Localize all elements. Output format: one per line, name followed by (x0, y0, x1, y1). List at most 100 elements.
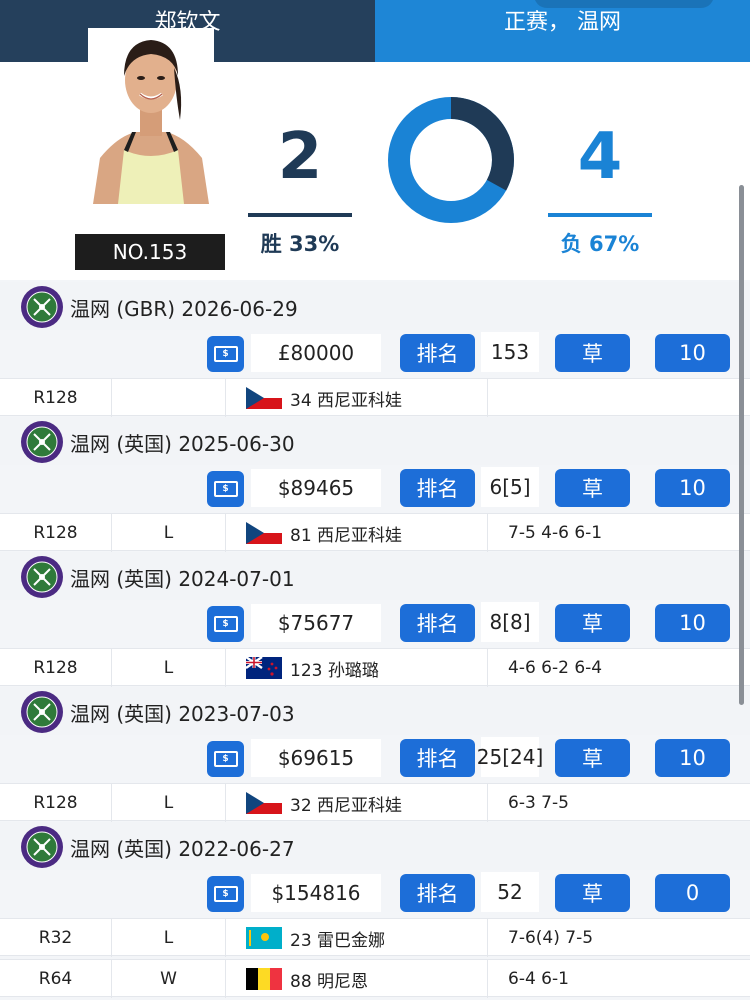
match-row[interactable]: R64 W 88 明尼恩 6-4 6-1 (0, 959, 750, 998)
match-score (488, 379, 750, 417)
rank-button[interactable]: 排名 (400, 334, 475, 372)
losses-underline (548, 213, 652, 217)
player-avatar (88, 28, 214, 204)
prize-money: £80000 (251, 334, 381, 372)
match-round: R128 (0, 784, 112, 822)
match-opponent: 88 明尼恩 (226, 960, 488, 998)
tournament-header[interactable]: 温网 (英国) 2023-07-03 (0, 687, 750, 735)
seed-value: 25[24] (477, 737, 543, 777)
opponent-name: 81 西尼亚科娃 (290, 525, 403, 546)
match-round: R128 (0, 379, 112, 417)
match-score: 6-3 7-5 (508, 793, 569, 813)
match-opponent: 32 西尼亚科娃 (226, 784, 488, 822)
wimbledon-logo-icon (20, 285, 64, 329)
czech-flag-icon (246, 792, 290, 814)
match-round: R128 (0, 514, 112, 552)
tournament-header[interactable]: 温网 (英国) 2024-07-01 (0, 552, 750, 600)
opponent-name: 23 雷巴金娜 (290, 930, 386, 951)
surface-button[interactable]: 草 (555, 739, 630, 777)
tournament-header[interactable]: 温网 (GBR) 2026-06-29 (0, 282, 750, 330)
match-result (112, 379, 226, 417)
match-row[interactable]: R128 L 81 西尼亚科娃 7-5 4-6 6-1 (0, 513, 750, 552)
surface-button[interactable]: 草 (555, 469, 630, 507)
match-row[interactable]: R128 L 32 西尼亚科娃 6-3 7-5 (0, 783, 750, 822)
match-result: L (112, 649, 226, 687)
count-button[interactable]: 10 (655, 739, 730, 777)
count-button[interactable]: 10 (655, 469, 730, 507)
cash-icon[interactable]: $ (207, 471, 244, 507)
rank-button[interactable]: 排名 (400, 469, 475, 507)
czech-flag-icon (246, 387, 290, 409)
tournament-title: 温网 (英国) 2024-07-01 (70, 567, 295, 591)
nz-flag-icon (246, 657, 290, 679)
match-opponent: 34 西尼亚科娃 (226, 379, 488, 417)
match-result: L (112, 514, 226, 552)
prize-money: $89465 (251, 469, 381, 507)
tournament-info-row: $ $89465 排名 6[5] 草 10 (0, 467, 750, 513)
match-round: R32 (0, 919, 112, 957)
tournament-info-row: $ $154816 排名 52 草 0 (0, 872, 750, 918)
match-result: W (112, 960, 226, 998)
tournament-title: 温网 (GBR) 2026-06-29 (70, 297, 298, 321)
match-opponent: 23 雷巴金娜 (226, 919, 488, 957)
cash-icon[interactable]: $ (207, 336, 244, 372)
wimbledon-logo-icon (20, 690, 64, 734)
opponent-name: 123 孙璐璐 (290, 660, 379, 681)
match-row[interactable]: R128 L 123 孙璐璐 4-6 6-2 6-4 (0, 648, 750, 687)
surface-button[interactable]: 草 (555, 334, 630, 372)
count-button[interactable]: 0 (655, 874, 730, 912)
prize-money: $154816 (251, 874, 381, 912)
rank-button[interactable]: 排名 (400, 604, 475, 642)
tournament-title: 温网 (英国) 2023-07-03 (70, 702, 295, 726)
match-score: 7-5 4-6 6-1 (508, 523, 603, 543)
wimbledon-logo-icon (20, 825, 64, 869)
match-score: 6-4 6-1 (508, 969, 569, 989)
tournament-title: 温网 (英国) 2022-06-27 (70, 837, 295, 861)
cash-icon[interactable]: $ (207, 606, 244, 642)
rank-button[interactable]: 排名 (400, 874, 475, 912)
czech-flag-icon (246, 522, 290, 544)
tab-filter-label: 正赛， 温网 (504, 10, 621, 35)
rank-button[interactable]: 排名 (400, 739, 475, 777)
prize-money: $75677 (251, 604, 381, 642)
match-round: R64 (0, 960, 112, 998)
tournament-info-row: $ $69615 排名 25[24] 草 10 (0, 737, 750, 783)
match-row[interactable]: R128 34 西尼亚科娃 (0, 378, 750, 417)
surface-button[interactable]: 草 (555, 604, 630, 642)
opponent-name: 32 西尼亚科娃 (290, 795, 403, 816)
match-round: R128 (0, 649, 112, 687)
losses-percent: 负 67% (560, 232, 640, 256)
wimbledon-logo-icon (20, 420, 64, 464)
losses-count: 4 (577, 120, 623, 194)
count-button[interactable]: 10 (655, 334, 730, 372)
surface-button[interactable]: 草 (555, 874, 630, 912)
tournament-header[interactable]: 温网 (英国) 2022-06-27 (0, 822, 750, 870)
count-button[interactable]: 10 (655, 604, 730, 642)
seed-value: 8[8] (481, 602, 539, 642)
match-opponent: 81 西尼亚科娃 (226, 514, 488, 552)
rank-badge-text: NO.153 (112, 240, 188, 264)
win-loss-donut (388, 97, 514, 223)
wins-percent: 胜 33% (260, 232, 340, 256)
opponent-name: 88 明尼恩 (290, 971, 369, 992)
filter-pill[interactable] (534, 0, 714, 8)
wins-underline (248, 213, 352, 217)
match-score: 7-6(4) 7-5 (508, 928, 594, 948)
belgium-flag-icon (246, 968, 290, 990)
seed-value: 153 (481, 332, 539, 372)
match-score: 4-6 6-2 6-4 (508, 658, 603, 678)
wimbledon-logo-icon (20, 555, 64, 599)
cash-icon[interactable]: $ (207, 876, 244, 912)
match-opponent: 123 孙璐璐 (226, 649, 488, 687)
cash-icon[interactable]: $ (207, 741, 244, 777)
kazakhstan-flag-icon (246, 927, 290, 949)
tournament-header[interactable]: 温网 (英国) 2025-06-30 (0, 417, 750, 465)
match-row[interactable]: R32 L 23 雷巴金娜 7-6(4) 7-5 (0, 918, 750, 957)
tab-filter[interactable]: 正赛， 温网 (375, 0, 750, 62)
seed-value: 6[5] (481, 467, 539, 507)
wins-count: 2 (277, 120, 323, 194)
scrollbar[interactable] (739, 185, 744, 705)
tournament-info-row: $ £80000 排名 153 草 10 (0, 332, 750, 378)
seed-value: 52 (481, 872, 539, 912)
opponent-name: 34 西尼亚科娃 (290, 390, 403, 411)
